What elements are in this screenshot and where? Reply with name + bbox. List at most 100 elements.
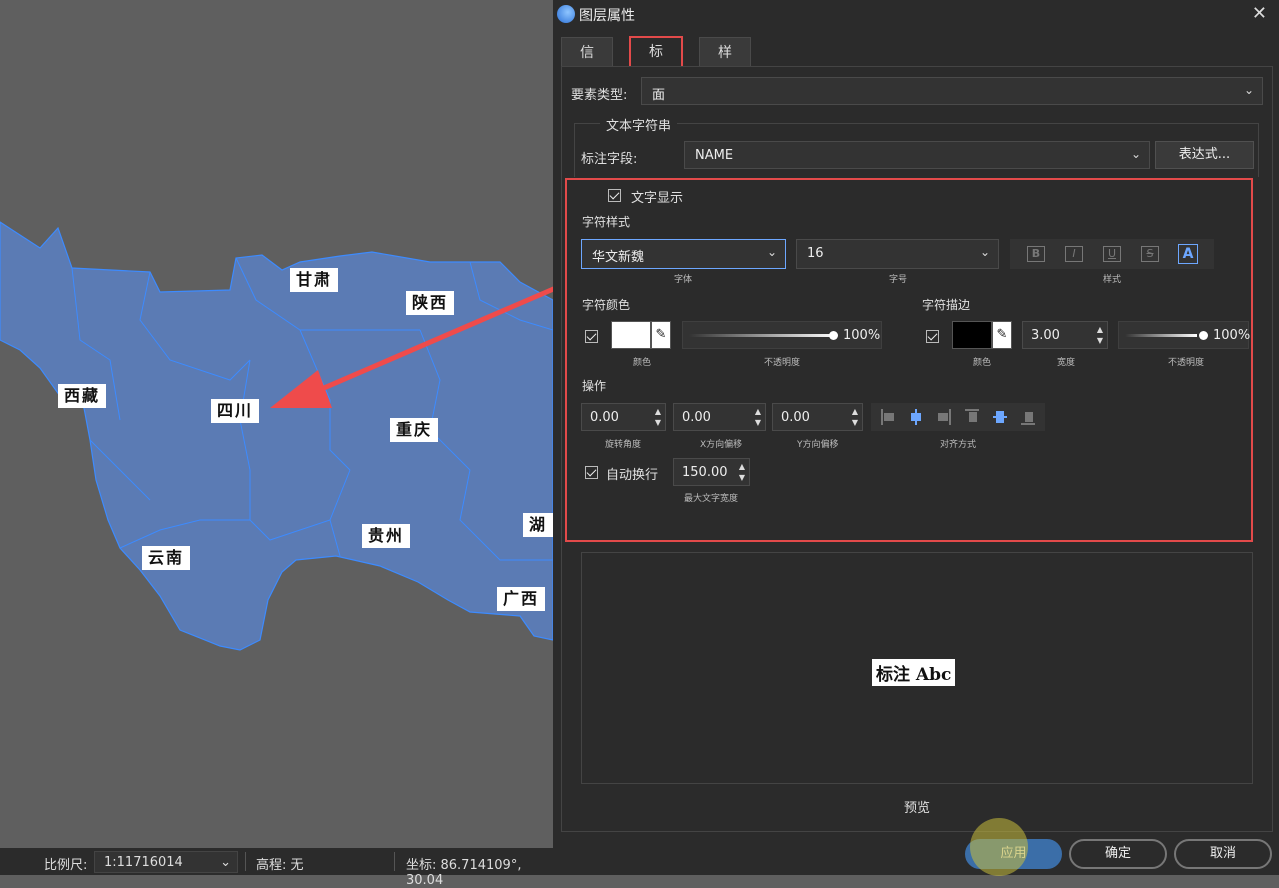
map-label-yunnan: 云南: [142, 546, 191, 570]
max-width-value: 150.00: [682, 465, 728, 480]
outline-opacity-caption: 不透明度: [1168, 358, 1205, 368]
map-label-hubei: 湖: [523, 513, 553, 537]
y-offset-caption: Y方向偏移: [797, 440, 839, 450]
chevron-down-icon: ⌄: [766, 245, 777, 259]
size-value: 16: [807, 246, 824, 261]
status-divider: [394, 852, 395, 871]
dialog-titlebar[interactable]: 图层属性 ✕: [553, 0, 1279, 28]
outline-width-caption: 宽度: [1057, 358, 1076, 368]
dialog-title: 图层属性: [579, 8, 635, 24]
tab-info[interactable]: 信息: [561, 37, 613, 91]
align-top-icon[interactable]: [965, 409, 979, 425]
outline-width-value: 3.00: [1031, 328, 1060, 343]
char-outline-heading: 字符描边: [922, 298, 971, 312]
outline-opacity-slider[interactable]: 100%: [1118, 321, 1250, 349]
char-color-checkbox[interactable]: [585, 330, 598, 343]
preview-area: 标注 Abc: [581, 552, 1253, 784]
char-color-caption: 颜色: [633, 358, 652, 368]
x-offset-input[interactable]: 0.00 ▲ ▼: [673, 403, 766, 431]
map-label-chongqing: 重庆: [390, 418, 439, 442]
text-string-group-title: 文本字符串: [600, 115, 678, 134]
align-center-icon[interactable]: [909, 409, 923, 425]
elevation-readout: 高程: 无: [256, 858, 304, 873]
auto-wrap-label: 自动换行: [606, 468, 659, 483]
expression-button[interactable]: 表达式...: [1155, 141, 1254, 169]
label-field-label: 标注字段:: [581, 152, 638, 167]
map-label-sichuan: 四川: [211, 399, 260, 423]
italic-toggle[interactable]: I: [1065, 246, 1083, 262]
char-opacity-slider[interactable]: 100%: [682, 321, 882, 349]
slider-track: [1125, 334, 1197, 337]
style-caption: 样式: [1103, 275, 1122, 285]
alignment-toolbar: [871, 403, 1045, 431]
max-width-input[interactable]: 150.00 ▲ ▼: [673, 458, 750, 486]
eyedropper-icon[interactable]: ✎: [992, 321, 1012, 349]
x-offset-caption: X方向偏移: [700, 440, 743, 450]
strikethrough-toggle[interactable]: S: [1141, 246, 1159, 262]
char-outline-checkbox[interactable]: [926, 330, 939, 343]
chevron-down-icon: ⌄: [1130, 147, 1141, 161]
region-shape: [0, 221, 553, 651]
text-style-toolbar: B I U S A: [1010, 239, 1214, 269]
close-icon[interactable]: ✕: [1252, 3, 1267, 24]
text-display-checkbox[interactable]: [608, 189, 621, 202]
outline-text-toggle[interactable]: A: [1178, 244, 1198, 264]
align-right-icon[interactable]: [937, 409, 951, 425]
feature-type-select[interactable]: 面 ⌄: [641, 77, 1263, 105]
rotation-caption: 旋转角度: [605, 440, 642, 450]
map-label-guangxi: 广西: [497, 587, 546, 611]
y-offset-input[interactable]: 0.00 ▲ ▼: [772, 403, 863, 431]
spin-arrows-icon[interactable]: ▲ ▼: [755, 406, 761, 428]
size-select[interactable]: 16 ⌄: [796, 239, 999, 269]
scale-label: 比例尺:: [44, 858, 88, 873]
outline-width-input[interactable]: 3.00 ▲ ▼: [1022, 321, 1108, 349]
font-value: 华文新魏: [592, 250, 645, 265]
map-label-gansu: 甘肃: [290, 268, 339, 292]
label-field-select[interactable]: NAME ⌄: [684, 141, 1150, 169]
auto-wrap-checkbox[interactable]: [585, 466, 598, 479]
text-display-label: 文字显示: [631, 191, 684, 206]
ok-button[interactable]: 确定: [1069, 839, 1167, 869]
slider-thumb[interactable]: [829, 331, 838, 340]
font-caption: 字体: [674, 275, 693, 285]
char-color-heading: 字符颜色: [582, 298, 631, 312]
align-bottom-icon[interactable]: [1021, 409, 1035, 425]
eyedropper-icon[interactable]: ✎: [651, 321, 671, 349]
map-label-shaanxi: 陕西: [406, 291, 455, 315]
outline-color-caption: 颜色: [973, 358, 992, 368]
cancel-button[interactable]: 取消: [1174, 839, 1272, 869]
max-width-caption: 最大文字宽度: [684, 494, 739, 504]
tab-annotation[interactable]: 标注: [629, 36, 683, 88]
x-offset-value: 0.00: [682, 410, 711, 425]
spin-arrows-icon[interactable]: ▲ ▼: [1097, 324, 1103, 346]
map-canvas[interactable]: 甘肃 陕西 西藏 四川 重庆 贵州 云南 广西 湖: [0, 0, 553, 848]
underline-toggle[interactable]: U: [1103, 246, 1121, 262]
chevron-down-icon: ⌄: [220, 855, 231, 870]
scale-select[interactable]: 1:11716014 ⌄: [94, 851, 238, 873]
coordinate-readout: 坐标: 86.714109°, 30.04: [406, 858, 522, 888]
y-offset-value: 0.00: [781, 410, 810, 425]
char-style-heading: 字符样式: [582, 215, 631, 229]
char-opacity-value: 100%: [843, 328, 881, 343]
outline-color-swatch[interactable]: [952, 321, 992, 349]
rotation-input[interactable]: 0.00 ▲ ▼: [581, 403, 666, 431]
highlight-box: [565, 178, 1253, 542]
spin-arrows-icon[interactable]: ▲ ▼: [739, 461, 745, 483]
slider-thumb[interactable]: [1199, 331, 1208, 340]
chevron-down-icon: ⌄: [1243, 83, 1254, 97]
preview-sample-text: 标注 Abc: [872, 659, 956, 686]
app-logo-icon: [557, 5, 575, 23]
cursor-highlight: [970, 818, 1028, 876]
status-divider: [245, 852, 246, 871]
font-select[interactable]: 华文新魏 ⌄: [581, 239, 786, 269]
feature-type-label: 要素类型:: [571, 88, 628, 103]
align-left-icon[interactable]: [881, 409, 895, 425]
tab-style[interactable]: 样式: [699, 37, 751, 91]
spin-arrows-icon[interactable]: ▲ ▼: [852, 406, 858, 428]
operation-heading: 操作: [582, 379, 607, 393]
char-opacity-caption: 不透明度: [764, 358, 801, 368]
bold-toggle[interactable]: B: [1027, 246, 1045, 262]
char-color-swatch[interactable]: [611, 321, 651, 349]
spin-arrows-icon[interactable]: ▲ ▼: [655, 406, 661, 428]
align-middle-icon[interactable]: [993, 409, 1007, 425]
